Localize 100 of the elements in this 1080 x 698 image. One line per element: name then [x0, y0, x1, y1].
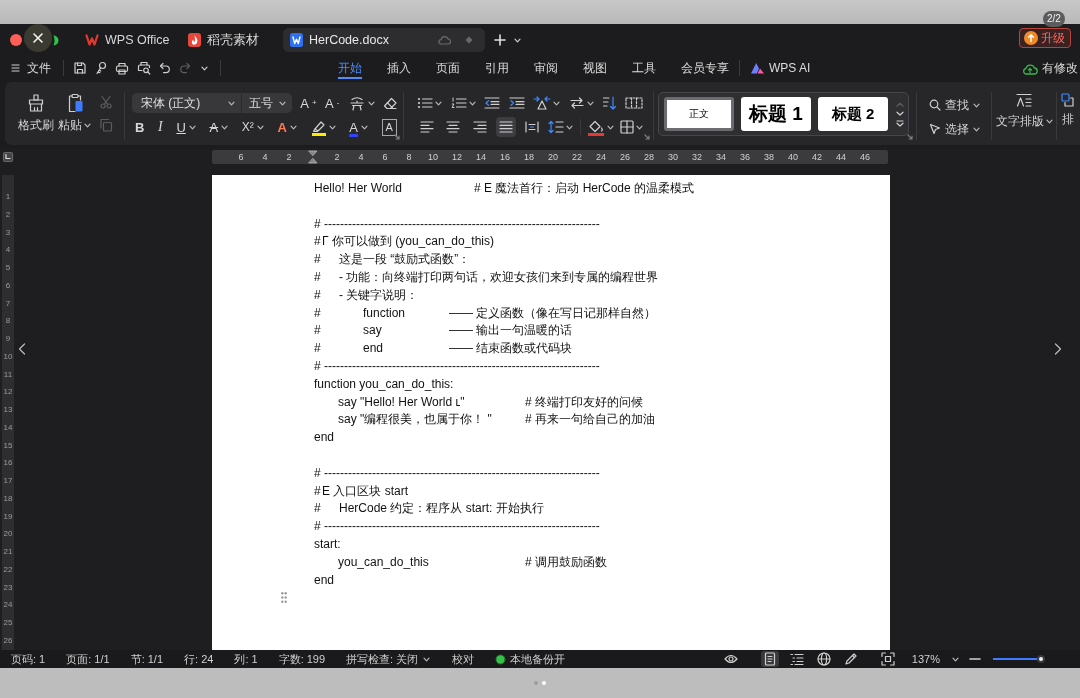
ribbon-tab[interactable]: 引用: [485, 57, 509, 79]
key-icon[interactable]: [95, 61, 107, 75]
corner-arrow-icon[interactable]: [907, 134, 913, 140]
indent-icon[interactable]: [508, 97, 525, 109]
printer-search-icon[interactable]: [137, 61, 151, 75]
ruler-number: 42: [811, 151, 823, 164]
arrange-icon: [1061, 93, 1074, 107]
ribbon-tab[interactable]: 页面: [436, 57, 460, 79]
shrink-font-button[interactable]: A$^{-}$: [325, 93, 340, 113]
spell-check-button[interactable]: 拼写检查: 关闭: [346, 651, 431, 667]
ribbon-tab[interactable]: WPS AI: [750, 57, 811, 79]
search-icon: [929, 99, 941, 111]
code-line: end: [314, 429, 335, 447]
page-dot-icon[interactable]: [542, 681, 546, 685]
undo-icon[interactable]: [159, 62, 171, 74]
comment-hash: #: [314, 269, 322, 286]
font-color-button[interactable]: A: [349, 117, 368, 137]
strikethrough-button[interactable]: A: [209, 117, 229, 137]
chevron-right-icon[interactable]: [1054, 343, 1062, 355]
justify-button[interactable]: [495, 117, 516, 137]
corner-arrow-icon[interactable]: [644, 134, 650, 140]
ruler-number: 9: [4, 333, 12, 345]
upgrade-button[interactable]: 升级: [1019, 28, 1071, 48]
caret-icon: [468, 100, 476, 106]
text-effect-button[interactable]: A: [277, 117, 297, 137]
page-dot-icon[interactable]: [534, 681, 538, 685]
ribbon-tab[interactable]: 会员专享: [681, 57, 729, 79]
caret-icon: [188, 124, 196, 130]
proofread-button[interactable]: 校对: [452, 651, 475, 667]
drag-handle-icon[interactable]: [281, 592, 287, 603]
save-icon[interactable]: [73, 61, 87, 75]
ruler-number: 26: [619, 151, 631, 164]
zoom-dropdown[interactable]: 137%: [911, 653, 959, 665]
style-preview[interactable]: 标题 1: [741, 97, 811, 131]
window-tab[interactable]: 稻壳素材: [180, 28, 277, 52]
status-field: 字数: 199: [278, 651, 326, 667]
ruler-number: 13: [2, 404, 14, 416]
code-line: function you_can_do_this:: [314, 375, 454, 393]
style-preview[interactable]: 标题 2: [818, 97, 888, 131]
ribbon-tab[interactable]: 视图: [583, 57, 607, 79]
web-view-button[interactable]: [814, 651, 833, 667]
window-tab[interactable]: HerCode.docx: [283, 28, 485, 52]
sort-icon[interactable]: [602, 95, 617, 111]
ribbon-tab[interactable]: 审阅: [534, 57, 558, 79]
comment-text: E 入口区块 start: [322, 482, 408, 500]
backup-status: 本地备份开: [510, 651, 566, 667]
eraser-icon[interactable]: [383, 96, 397, 110]
window-tab[interactable]: WPS Office: [77, 28, 174, 52]
print-icon[interactable]: [115, 61, 129, 75]
file-menu-button[interactable]: 文件: [11, 59, 51, 77]
outline-view-button[interactable]: [787, 651, 806, 667]
code-line: say "Hello! Her World ʟ": [338, 393, 466, 411]
page-view-button[interactable]: [760, 651, 779, 667]
font-size-dropdown[interactable]: 五号: [241, 93, 292, 113]
comment-text: HerCode 约定：程序从 start: 开始执行: [339, 500, 544, 518]
caret-down-icon[interactable]: [896, 110, 904, 116]
ruler-number: 24: [595, 151, 607, 164]
code-line: start:: [314, 535, 341, 553]
indent-marker-icon[interactable]: [308, 150, 318, 164]
ruler-number: 20: [547, 151, 559, 164]
traffic-light-icon[interactable]: [53, 34, 59, 46]
style-preview[interactable]: 正文: [664, 97, 734, 131]
distribute-icon: [525, 121, 539, 133]
underline-button[interactable]: U: [176, 117, 196, 137]
borders-button[interactable]: [620, 117, 643, 137]
code-line: Hello! Her World: [314, 180, 403, 197]
ribbon-tab[interactable]: 工具: [632, 57, 656, 79]
ribbon-tab[interactable]: 插入: [387, 57, 411, 79]
zoom-slider-thumb[interactable]: [1036, 655, 1045, 663]
document-tile-icon: [290, 33, 303, 47]
arrange-button[interactable]: 排: [1061, 92, 1074, 140]
ruler-number: 36: [739, 151, 751, 164]
paste-button[interactable]: 粘贴: [58, 92, 91, 140]
outdent-icon[interactable]: [484, 97, 501, 109]
character-border-button[interactable]: A: [381, 118, 397, 136]
caret-icon[interactable]: [201, 65, 208, 71]
format-painter-button[interactable]: 格式刷: [18, 92, 54, 140]
bold-button[interactable]: B: [135, 117, 145, 137]
italic-button[interactable]: I: [158, 117, 163, 137]
select-button[interactable]: 选择: [929, 120, 991, 138]
comment-text: 这是一段 “鼓励式函数”：: [339, 251, 471, 269]
font-name-dropdown[interactable]: 宋体 (正文): [132, 93, 241, 113]
ruler-number: 16: [2, 457, 14, 470]
find-button[interactable]: 查找: [929, 96, 991, 114]
zoom-slider-track[interactable]: [993, 655, 1045, 663]
ruler-number: 6: [381, 151, 389, 164]
tab-stop-icon[interactable]: [3, 152, 13, 162]
chevron-left-icon[interactable]: [18, 343, 26, 355]
text-layout-button[interactable]: 文字排版: [995, 92, 1053, 140]
code-comment: # 终端打印友好的问候: [525, 393, 643, 411]
superscript-button[interactable]: X²: [241, 117, 264, 137]
dashed-grid-icon[interactable]: [624, 97, 643, 109]
caret-icon[interactable]: [514, 37, 521, 43]
grow-font-button[interactable]: A$^{+}$: [300, 93, 317, 113]
corner-arrow-icon[interactable]: [394, 134, 400, 140]
fit-screen-icon[interactable]: [880, 652, 895, 666]
comment-hash: #: [314, 482, 322, 500]
traffic-light-icon[interactable]: [10, 34, 22, 46]
more-icon[interactable]: [896, 119, 904, 127]
plus-icon[interactable]: [494, 34, 506, 46]
